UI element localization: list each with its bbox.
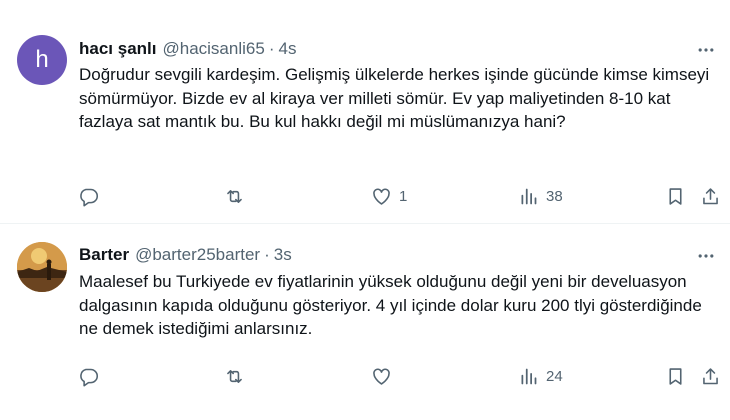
retweet-icon [227,189,242,203]
tweet-header: Barter @barter25barter · 3s [79,245,292,265]
author-handle[interactable]: @barter25barter [135,245,260,265]
views-icon [521,368,537,384]
retweet-button[interactable] [224,181,252,211]
avatar[interactable]: h [17,35,67,85]
bookmark-icon [669,367,682,385]
share-button[interactable] [700,181,721,211]
author-name[interactable]: hacı şanlı [79,39,156,59]
reply-icon [80,368,99,386]
tweet-1[interactable]: h hacı şanlı @hacisanli65 · 4s Doğrudur … [0,0,730,224]
like-icon [373,187,390,205]
like-count: 1 [399,187,408,205]
retweet-button[interactable] [224,361,252,391]
retweet-icon [227,369,242,383]
bookmark-button[interactable] [665,361,686,391]
reply-button[interactable] [78,361,106,391]
views-button[interactable]: 24 [518,361,563,391]
tweet-text: Doğrudur sevgili kardeşim. Gelişmiş ülke… [79,65,710,131]
author-handle[interactable]: @hacisanli65 [162,39,264,59]
like-button[interactable] [371,361,399,391]
bookmark-icon [669,187,682,205]
separator-dot: · [268,39,275,58]
timestamp[interactable]: 3s [274,245,292,265]
tweet-header: hacı şanlı @hacisanli65 · 4s [79,39,296,59]
tweet-actions: 24 [72,361,724,391]
tweet-text: Maalesef bu Turkiyede ev fiyatlarinin yü… [79,272,702,338]
separator-dot: · [264,245,270,264]
views-button[interactable]: 38 [518,181,563,211]
more-icon[interactable] [696,246,716,266]
bookmark-button[interactable] [665,181,686,211]
views-count: 38 [546,187,563,205]
avatar[interactable] [17,242,67,292]
views-icon [521,188,537,204]
tweet-2[interactable]: Barter @barter25barter · 3s Maalesef bu … [0,225,730,420]
reply-icon [80,188,99,206]
share-button[interactable] [700,361,721,391]
tweet-actions: 1 38 [72,181,724,211]
avatar-letter: h [35,46,49,73]
reply-button[interactable] [78,181,106,211]
timestamp[interactable]: 4s [278,39,296,59]
more-icon[interactable] [696,40,716,60]
like-icon [373,367,390,385]
views-count: 24 [546,367,563,385]
like-button[interactable]: 1 [371,181,407,211]
share-icon [703,187,718,204]
author-name[interactable]: Barter [79,245,129,265]
share-icon [703,367,718,384]
